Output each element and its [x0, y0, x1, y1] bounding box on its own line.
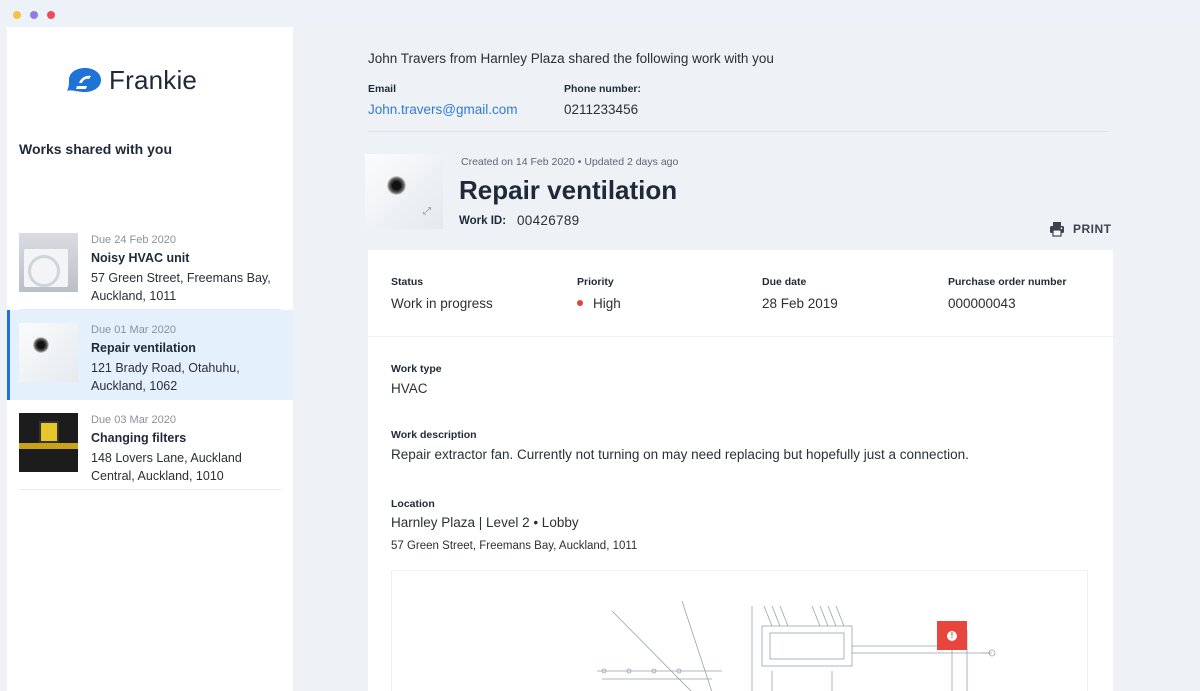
header-divider — [368, 131, 1109, 132]
list-item-address: 57 Green Street, Freemans Bay, Auckland,… — [91, 271, 271, 303]
hvac-unit-thumbnail — [19, 233, 78, 292]
window-maximize-button[interactable] — [30, 11, 38, 19]
work-type-value: HVAC — [391, 381, 428, 396]
sidebar: Frankie Works shared with you Due 24 Feb… — [7, 27, 293, 691]
due-date-label: Due date — [762, 276, 807, 288]
app-name: Frankie — [109, 64, 198, 95]
frankie-logo-icon — [67, 68, 101, 92]
phone-label: Phone number: — [564, 83, 642, 95]
list-item-address: 121 Brady Road, Otahuhu, Auckland, 1062 — [91, 361, 240, 393]
phone-value: 0211233456 — [564, 102, 639, 117]
list-item-title: Noisy HVAC unit — [91, 251, 190, 265]
print-label: PRINT — [1073, 222, 1112, 236]
list-item-changing-filters[interactable]: Due 03 Mar 2020 Changing filters 148 Lov… — [7, 400, 293, 490]
location-label: Location — [391, 498, 435, 510]
alert-icon: ! — [947, 630, 957, 641]
shared-works-list: Due 24 Feb 2020 Noisy HVAC unit 57 Green… — [7, 220, 293, 490]
list-divider — [19, 489, 281, 490]
purchase-order-field: Purchase order number 000000043 — [948, 276, 1066, 311]
print-button[interactable]: PRINT — [1049, 220, 1112, 238]
expand-icon[interactable]: ⤢ — [423, 206, 431, 217]
priority-value: High — [593, 296, 621, 311]
printer-icon — [1050, 222, 1064, 237]
work-description-value: Repair extractor fan. Currently not turn… — [391, 447, 969, 462]
priority-field: Priority High — [577, 276, 621, 311]
priority-high-indicator — [577, 300, 583, 307]
list-item-address: 148 Lovers Lane, Auckland Central, Auckl… — [91, 451, 242, 483]
status-label: Status — [391, 276, 424, 288]
work-id-label: Work ID: — [459, 215, 507, 227]
list-item-due-date: Due 03 Mar 2020 — [91, 414, 176, 426]
floor-plan-map[interactable]: ! — [391, 570, 1088, 691]
issue-location-marker[interactable]: ! — [937, 621, 967, 650]
work-meta: Created on 14 Feb 2020 • Updated 2 days … — [461, 156, 679, 168]
sidebar-heading: Works shared with you — [19, 141, 172, 157]
list-item-noisy-hvac-unit[interactable]: Due 24 Feb 2020 Noisy HVAC unit 57 Green… — [7, 220, 293, 310]
work-id-value: 00426789 — [517, 213, 580, 228]
email-label: Email — [368, 83, 397, 95]
email-link[interactable]: John.travers@gmail.com — [368, 102, 518, 117]
status-field: Status Work in progress — [391, 276, 493, 311]
list-item-title: Repair ventilation — [91, 341, 196, 355]
due-date-field: Due date 28 Feb 2019 — [762, 276, 838, 311]
location-address: 57 Green Street, Freemans Bay, Auckland,… — [391, 540, 638, 552]
work-type-label: Work type — [391, 363, 442, 375]
shared-by-text: John Travers from Harnley Plaza shared t… — [368, 51, 774, 66]
list-item-title: Changing filters — [91, 431, 187, 445]
app-logo[interactable]: Frankie — [65, 65, 197, 95]
location-value: Harnley Plaza | Level 2 • Lobby — [391, 515, 579, 530]
window-titlebar — [0, 0, 1200, 28]
work-detail-panel: John Travers from Harnley Plaza shared t… — [293, 27, 1200, 691]
filters-thumbnail — [19, 413, 78, 472]
list-item-due-date: Due 01 Mar 2020 — [91, 324, 176, 336]
priority-value-row: High — [577, 296, 621, 311]
details-card: Work type HVAC Work description Repair e… — [368, 337, 1113, 691]
due-date-value: 28 Feb 2019 — [762, 296, 838, 311]
window-close-button[interactable] — [47, 11, 55, 19]
list-item-due-date: Due 24 Feb 2020 — [91, 234, 177, 246]
window-minimize-button[interactable] — [13, 11, 21, 19]
purchase-order-value: 000000043 — [948, 296, 1016, 311]
floor-plan-drawing — [597, 600, 996, 691]
status-card: Status Work in progress Priority High Du… — [368, 250, 1113, 336]
priority-label: Priority — [577, 276, 614, 288]
work-description-label: Work description — [391, 429, 477, 441]
work-title: Repair ventilation — [459, 175, 678, 205]
list-item-repair-ventilation[interactable]: Due 01 Mar 2020 Repair ventilation 121 B… — [7, 310, 293, 400]
ventilation-thumbnail — [19, 323, 78, 382]
work-photo[interactable]: ⤢ — [365, 154, 443, 229]
purchase-order-label: Purchase order number — [948, 276, 1067, 288]
status-value: Work in progress — [391, 296, 493, 311]
